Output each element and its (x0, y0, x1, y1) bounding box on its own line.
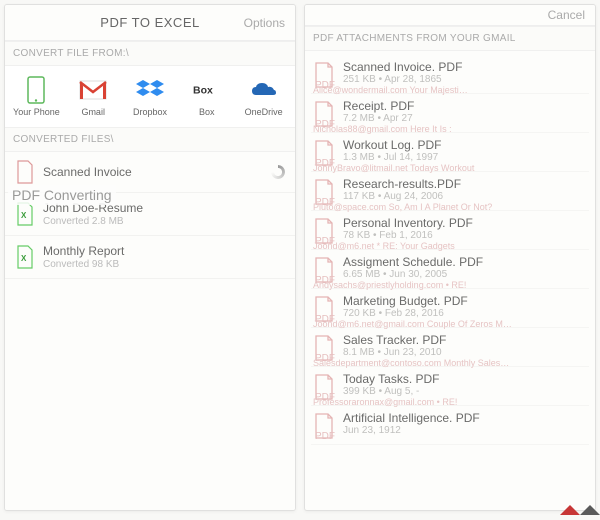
file-name: Monthly Report (43, 244, 285, 258)
attachment-name: Research-results.PDF (343, 177, 585, 191)
file-name: Scanned Invoice (43, 165, 263, 179)
gmail-row[interactable]: PDF Marketing Budget. PDF 720 KB • Feb 2… (311, 289, 589, 328)
attachment-name: Artificial Intelligence. PDF (343, 411, 585, 425)
gmail-row[interactable]: PDF Today Tasks. PDF 399 KB • Aug 5, - P… (311, 367, 589, 406)
gmail-row[interactable]: PDF Artificial Intelligence. PDF Jun 23,… (311, 406, 589, 445)
gmail-row[interactable]: PDF Workout Log. PDF 1.3 MB • Jul 14, 19… (311, 133, 589, 172)
attachment-name: Today Tasks. PDF (343, 372, 585, 386)
source-label: Dropbox (133, 107, 167, 117)
source-label: Your Phone (13, 107, 60, 117)
source-gmail[interactable]: Gmail (66, 72, 121, 121)
gmail-attachments-label: PDF ATTACHMENTS FROM YOUR GMAIL (305, 26, 595, 51)
gmail-row[interactable]: PDF Sales Tracker. PDF 8.1 MB • Jun 23, … (311, 328, 589, 367)
file-meta: Converted 98 KB (43, 259, 285, 270)
svg-text:X: X (21, 211, 27, 220)
source-dropbox[interactable]: Dropbox (123, 72, 178, 121)
source-label: Gmail (81, 107, 105, 117)
converted-files-list: Scanned Invoice X John Doe-Resume Conver… (5, 152, 295, 510)
right-header: Cancel (305, 5, 595, 26)
attachment-name: Personal Inventory. PDF (343, 216, 585, 230)
converting-status: PDF Converting (8, 185, 116, 205)
attachment-meta: 720 KB • Feb 28, 2016 (343, 308, 585, 319)
attachment-meta: 78 KB • Feb 1, 2016 (343, 230, 585, 241)
attachment-meta: 7.2 MB • Apr 27 (343, 113, 585, 124)
spinner-icon (271, 165, 285, 179)
convert-from-label: CONVERT FILE FROM:\ (5, 41, 295, 66)
gmail-row[interactable]: PDF Scanned Invoice. PDF 251 KB • Apr 28… (311, 55, 589, 94)
source-phone[interactable]: Your Phone (9, 72, 64, 121)
page-title: PDF TO EXCEL (100, 15, 199, 30)
converted-files-label: CONVERTED FILES\ (5, 127, 295, 152)
source-label: OneDrive (245, 107, 283, 117)
corner-logo (560, 495, 600, 515)
attachment-name: Workout Log. PDF (343, 138, 585, 152)
attachment-meta: Jun 23, 1912 (343, 425, 585, 436)
attachment-meta: 399 KB • Aug 5, - (343, 386, 585, 397)
file-meta: Converted 2.8 MB (43, 216, 285, 227)
attachment-name: Assigment Schedule. PDF (343, 255, 585, 269)
attachment-meta: 251 KB • Apr 28, 1865 (343, 74, 585, 85)
attachment-name: Scanned Invoice. PDF (343, 60, 585, 74)
source-label: Box (199, 107, 215, 117)
pdf-file-icon (15, 160, 35, 184)
gmail-row[interactable]: PDF Receipt. PDF 7.2 MB • Apr 27 Nichola… (311, 94, 589, 133)
attachment-name: Sales Tracker. PDF (343, 333, 585, 347)
svg-text:X: X (21, 254, 27, 263)
options-link[interactable]: Options (244, 16, 285, 30)
file-row[interactable]: X Monthly Report Converted 98 KB (5, 236, 295, 279)
excel-file-icon: X (15, 202, 35, 226)
pdf-icon: PDF (313, 413, 335, 439)
onedrive-icon (250, 76, 278, 104)
attachment-meta: 117 KB • Aug 24, 2006 (343, 191, 585, 202)
gmail-attachments-list[interactable]: PDF Scanned Invoice. PDF 251 KB • Apr 28… (305, 51, 595, 510)
source-box[interactable]: Box Box (179, 72, 234, 121)
left-panel: PDF TO EXCEL Options CONVERT FILE FROM:\… (4, 4, 296, 511)
right-panel: Cancel PDF ATTACHMENTS FROM YOUR GMAIL P… (304, 4, 596, 511)
gmail-icon (79, 76, 107, 104)
attachment-meta: 1.3 MB • Jul 14, 1997 (343, 152, 585, 163)
cancel-link[interactable]: Cancel (548, 8, 585, 22)
attachment-meta: 8.1 MB • Jun 23, 2010 (343, 347, 585, 358)
attachment-name: Marketing Budget. PDF (343, 294, 585, 308)
source-onedrive[interactable]: OneDrive (236, 72, 291, 121)
phone-icon (22, 76, 50, 104)
source-row: Your Phone Gmail Dropbox Box Box (5, 66, 295, 127)
excel-file-icon: X (15, 245, 35, 269)
gmail-row[interactable]: PDF Assigment Schedule. PDF 6.65 MB • Ju… (311, 250, 589, 289)
svg-text:Box: Box (193, 85, 213, 97)
left-header: PDF TO EXCEL Options (5, 5, 295, 41)
gmail-row[interactable]: PDF Research-results.PDF 117 KB • Aug 24… (311, 172, 589, 211)
box-icon: Box (193, 76, 221, 104)
attachment-name: Receipt. PDF (343, 99, 585, 113)
dropbox-icon (136, 76, 164, 104)
attachment-meta: 6.65 MB • Jun 30, 2005 (343, 269, 585, 280)
gmail-row[interactable]: PDF Personal Inventory. PDF 78 KB • Feb … (311, 211, 589, 250)
